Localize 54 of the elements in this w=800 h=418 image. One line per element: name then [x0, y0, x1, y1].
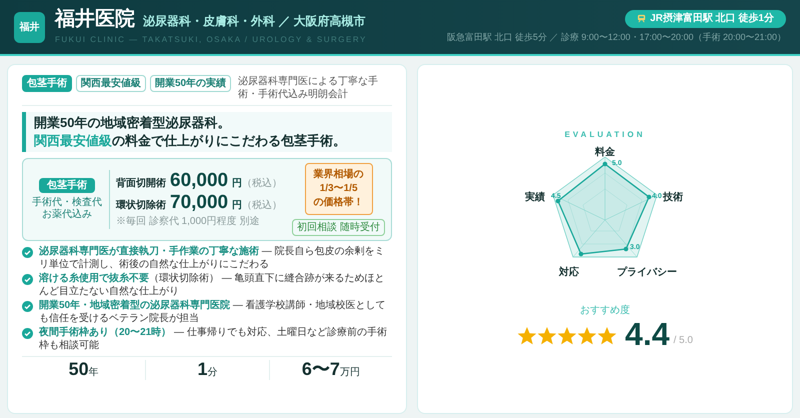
tax-note: （税込） — [242, 176, 282, 191]
clinic-name: 福井医院 — [55, 8, 135, 28]
procedure-badge: 包茎手術 — [39, 178, 95, 193]
stat-value: 1 — [197, 360, 208, 378]
stat-unit: 年 — [88, 366, 99, 380]
clinic-tagline: FUKUI CLINIC — TAKATSUKI, OSAKA / UROLOGY & SURGERY — [55, 34, 367, 46]
axis-label: 対応 — [559, 266, 579, 278]
feature-text: 泌尿器科専門医が直接執刀・手作業の丁寧な施術 — 院長自ら包皮の余剰をミリ単位で計測し、術後の自然な仕上がりにこだわる — [39, 245, 386, 271]
check-icon — [22, 274, 33, 285]
stat-value: 6〜7 — [302, 360, 340, 378]
intro-text: 泌尿器科専門医による丁寧な手術・手術代込み明朗会計 — [238, 75, 380, 101]
feature-text: 夜間手術枠あり（20〜21時） — 仕事帰りでも対応、土曜日など診療前の手術枠も相談可能 — [39, 326, 388, 352]
axis-label: プライバシー — [617, 266, 677, 278]
price-unit: 円 — [232, 199, 242, 213]
feature-text: 開業50年・地域密着型の泌尿器科専門医院 — 看護学校講師・地域校医としても信任を受けるベテラン院長が担当 — [39, 299, 387, 325]
star-icon — [597, 326, 618, 346]
star-icon — [517, 326, 538, 346]
price-callout: 業界相場の 1/3〜1/5 の価格帯！ — [304, 163, 373, 215]
procedure-name: 環状切除術 — [116, 198, 167, 213]
tag: 包茎手術 — [22, 75, 72, 92]
axis-label: 実績 — [525, 192, 545, 202]
procedure-name: 背面切開術 — [116, 176, 167, 191]
access-badge: JR摂津富田駅 北口 徒歩1分 — [625, 10, 786, 28]
star-icon — [557, 326, 578, 346]
clinic-logo: 福井 — [14, 12, 45, 42]
check-icon — [22, 301, 33, 312]
rating-max: / 5.0 — [674, 334, 693, 348]
stat-unit: 分 — [208, 366, 218, 380]
train-icon — [637, 14, 646, 24]
check-icon — [22, 247, 33, 258]
tax-note: （税込） — [242, 198, 282, 213]
consult-badge: 初回相談 随時受付 — [292, 219, 385, 236]
tag: 関西最安値級 — [76, 75, 146, 92]
tag: 開業50年の実績 — [150, 75, 232, 92]
clinic-subtitle: 泌尿器科・皮膚科・外科 ／ 大阪府高槻市 — [143, 12, 366, 30]
price-unit: 円 — [232, 177, 242, 191]
price-amount: 70,000 — [170, 192, 228, 214]
feature-text: 溶ける糸使用で抜糸不要（環状切除術） — 亀頭直下に縫合跡が来るためほとんど目立たない自然な仕上がり — [39, 272, 386, 298]
stat-unit: 万円 — [340, 366, 360, 380]
access-note: 阪急富田駅 北口 徒歩5分 ／ 診療 9:00〜12:00・17:00〜20:00（手術 20:00〜21:00） — [446, 30, 786, 44]
star-icon — [537, 326, 558, 346]
evaluation-title: EVALUATION — [564, 128, 646, 140]
price-footnote: ※毎回 診察代 1,000円程度 別途 — [116, 214, 260, 229]
headline: 開業50年の地域密着型泌尿器科。 関西最安値級の料金で仕上がりにこだわる包茎手術。 — [34, 114, 347, 150]
axis-label: 料金 — [595, 146, 615, 158]
check-icon — [22, 328, 33, 339]
included-note: お薬代込み — [42, 209, 92, 221]
star-icon — [577, 326, 598, 346]
axis-label: 技術 — [663, 192, 683, 202]
stat-value: 50 — [68, 360, 89, 378]
included-note: 手術代・検査代 — [32, 197, 102, 208]
price-amount: 60,000 — [170, 170, 228, 192]
rating-score: 4.4 — [625, 318, 670, 350]
rating-label: おすすめ度 — [580, 304, 630, 318]
